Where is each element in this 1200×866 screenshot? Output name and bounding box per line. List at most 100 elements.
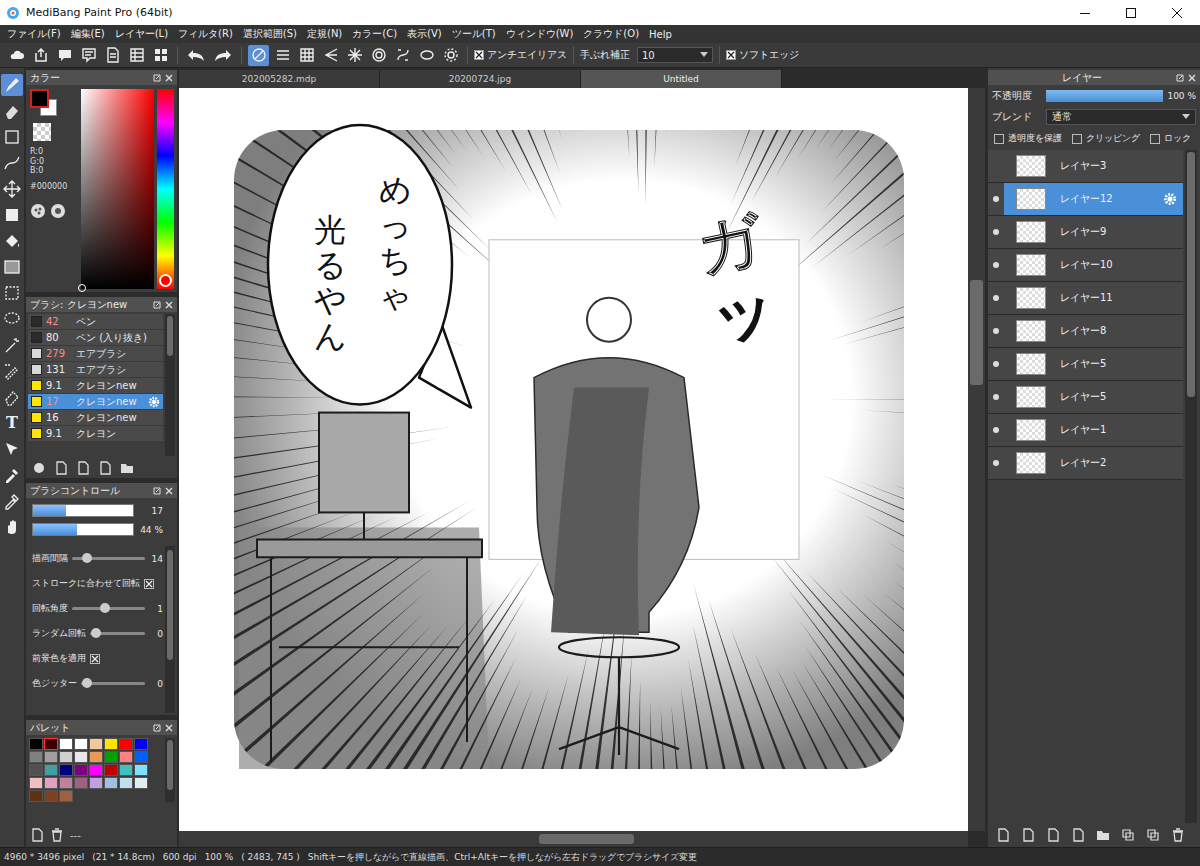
upload-button[interactable] — [30, 45, 51, 66]
list-button[interactable] — [126, 45, 147, 66]
text-tool[interactable]: T — [1, 412, 23, 434]
detach-icon[interactable] — [153, 301, 161, 309]
layer-option[interactable]: ロック — [1150, 132, 1191, 145]
select-pen-tool[interactable] — [1, 360, 23, 382]
drawing-canvas[interactable]: めっちゃ光るやんガッ — [179, 88, 968, 831]
menu-item[interactable]: レイヤー(L) — [110, 27, 173, 41]
brush-size-slider[interactable] — [32, 504, 134, 517]
move-tool[interactable] — [1, 178, 23, 200]
palette-swatch[interactable] — [119, 764, 133, 776]
palette-swatch[interactable] — [74, 777, 88, 789]
eraser-tool[interactable] — [1, 100, 23, 122]
palette-swatch[interactable] — [29, 738, 43, 750]
brush-item[interactable]: 80ペン (入り抜き) — [28, 330, 163, 346]
menu-item[interactable]: 表示(V) — [402, 27, 447, 41]
ruler-mode-button[interactable] — [440, 45, 461, 66]
doc-button[interactable] — [96, 459, 114, 477]
copy-layer-button[interactable] — [1019, 826, 1037, 844]
palette-swatch[interactable] — [89, 738, 103, 750]
gradient-tool[interactable] — [1, 256, 23, 278]
fill-rect-tool[interactable] — [1, 204, 23, 226]
color-wheel-icon[interactable] — [50, 203, 66, 219]
visibility-toggle[interactable] — [988, 447, 1004, 479]
palette-swatch[interactable] — [104, 738, 118, 750]
brush-list-scrollbar[interactable] — [165, 314, 175, 456]
blend-dropdown[interactable]: 通常 — [1046, 109, 1196, 125]
hand-tool[interactable] — [1, 516, 23, 538]
stabilizer-dropdown[interactable]: 10 — [637, 47, 713, 63]
layer-opacity-slider[interactable] — [1046, 90, 1163, 102]
detach-icon[interactable] — [1176, 74, 1184, 82]
brush-item[interactable]: 279エアブラシ — [28, 346, 163, 362]
palette-swatch[interactable] — [134, 738, 148, 750]
menu-item[interactable]: 定規(N) — [302, 27, 347, 41]
color-picker-icon[interactable] — [30, 203, 46, 219]
option-checkbox[interactable] — [1072, 134, 1082, 144]
detach-icon[interactable] — [153, 487, 161, 495]
merge-layer-button[interactable] — [1144, 826, 1162, 844]
brush-control-scrollbar[interactable] — [165, 546, 175, 713]
ruler-mode-button[interactable] — [392, 45, 413, 66]
palette-swatch[interactable] — [134, 764, 148, 776]
saturation-value-picker[interactable] — [81, 89, 154, 289]
page-layer-button[interactable] — [1044, 826, 1062, 844]
palette-swatch[interactable] — [59, 790, 73, 802]
comic-button[interactable] — [78, 45, 99, 66]
palette-scrollbar[interactable] — [165, 738, 175, 802]
palette-swatch[interactable] — [104, 764, 118, 776]
new-palette-icon[interactable] — [30, 828, 44, 842]
visibility-toggle[interactable] — [988, 216, 1004, 248]
layer-list-scrollbar[interactable] — [1185, 150, 1197, 823]
soft-edge-checkbox[interactable] — [726, 50, 736, 60]
palette-swatch[interactable] — [44, 777, 58, 789]
palette-swatch[interactable] — [89, 751, 103, 763]
visibility-toggle[interactable] — [988, 150, 1004, 182]
palette-swatch[interactable] — [104, 777, 118, 789]
ruler-mode-button[interactable] — [416, 45, 437, 66]
foreground-background-swatches[interactable] — [30, 89, 58, 117]
brush-item[interactable]: 131エアブラシ — [28, 362, 163, 378]
canvas-horizontal-scrollbar[interactable] — [179, 831, 968, 847]
select-tool[interactable] — [1, 282, 23, 304]
palette-swatch[interactable] — [59, 751, 73, 763]
palette-swatch[interactable] — [44, 738, 58, 750]
lasso-tool[interactable] — [1, 308, 23, 330]
layer-row[interactable]: レイヤー11 — [988, 282, 1183, 315]
brush-tool[interactable] — [1, 74, 23, 96]
visibility-toggle[interactable] — [988, 315, 1004, 347]
visibility-toggle[interactable] — [988, 381, 1004, 413]
chat-button[interactable] — [54, 45, 75, 66]
palette-swatch[interactable] — [119, 738, 133, 750]
dropper-tool[interactable] — [1, 464, 23, 486]
palette-swatch[interactable] — [74, 764, 88, 776]
dup-layer-button[interactable] — [1119, 826, 1137, 844]
menu-item[interactable]: クラウド(O) — [578, 27, 644, 41]
menu-item[interactable]: 編集(E) — [66, 27, 110, 41]
canvas-vertical-scrollbar[interactable] — [968, 88, 985, 831]
ruler-mode-button[interactable] — [296, 45, 317, 66]
brush-item[interactable]: 42ペン — [28, 314, 163, 330]
dropper2-tool[interactable] — [1, 490, 23, 512]
visibility-toggle[interactable] — [988, 183, 1004, 215]
close-button[interactable] — [1154, 0, 1200, 25]
ruler-mode-button[interactable] — [344, 45, 365, 66]
setting-checkbox[interactable] — [144, 579, 154, 589]
palette-swatch[interactable] — [29, 790, 43, 802]
layer-row[interactable]: レイヤー12 — [988, 183, 1183, 216]
close-icon[interactable] — [165, 487, 173, 495]
save-button[interactable] — [74, 459, 92, 477]
palette-swatch[interactable] — [89, 764, 103, 776]
trash-icon[interactable] — [50, 828, 64, 842]
palette-swatch[interactable] — [29, 777, 43, 789]
palette-swatch[interactable] — [59, 764, 73, 776]
layer-option[interactable]: クリッピング — [1072, 132, 1140, 145]
ruler-mode-button[interactable] — [248, 45, 269, 66]
close-icon[interactable] — [1188, 74, 1196, 82]
layer-row[interactable]: レイヤー2 — [988, 447, 1183, 480]
foreground-color-swatch[interactable] — [30, 89, 49, 108]
document-tab[interactable]: 20200724.jpg — [380, 70, 581, 88]
setting-checkbox[interactable] — [90, 654, 100, 664]
operation-tool[interactable] — [1, 438, 23, 460]
menu-item[interactable]: 選択範囲(S) — [238, 27, 302, 41]
layer-row[interactable]: レイヤー1 — [988, 414, 1183, 447]
